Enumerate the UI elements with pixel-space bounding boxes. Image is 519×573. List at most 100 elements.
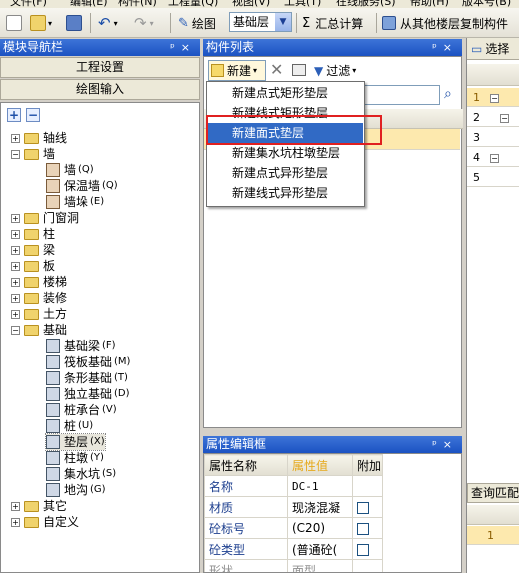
checkbox[interactable] xyxy=(357,501,369,514)
tree-item[interactable]: + 装修 xyxy=(11,290,67,306)
query-row[interactable]: 1 xyxy=(467,526,519,545)
collapse-icon[interactable]: − xyxy=(490,154,499,163)
tree-item[interactable]: − 墙 xyxy=(11,146,55,162)
right-row[interactable]: 5 xyxy=(467,168,519,187)
draw-button[interactable]: ✎ 绘图 xyxy=(178,13,216,33)
right-row[interactable]: 3 xyxy=(467,128,519,147)
right-row[interactable]: 1− xyxy=(467,88,519,107)
tree-item[interactable]: 独立基础 (D) xyxy=(46,386,130,402)
tree-item-label: 轴线 xyxy=(43,131,68,145)
tree-item[interactable]: 基础梁 (F) xyxy=(46,338,116,354)
tree-item[interactable]: + 楼梯 xyxy=(11,274,67,290)
menu-item-pit-pier[interactable]: 新建集水坑柱墩垫层 xyxy=(208,143,363,163)
expand-icon[interactable]: + xyxy=(11,229,20,239)
menu-file[interactable]: 文件(F) xyxy=(10,0,47,8)
pin-icon[interactable]: ᵖ xyxy=(432,438,443,451)
tree-item[interactable]: + 土方 xyxy=(11,306,67,322)
prop-value[interactable]: (普通砼( xyxy=(287,538,353,560)
menu-edit[interactable]: 编辑(E) xyxy=(70,0,108,8)
menu-item-line-custom[interactable]: 新建线式异形垫层 xyxy=(208,183,363,203)
collapse-icon[interactable]: − xyxy=(11,149,20,159)
tree-item[interactable]: + 门窗洞 xyxy=(11,210,79,226)
tree-item[interactable]: 集水坑 (S) xyxy=(46,466,116,482)
pin-icon[interactable]: ᵖ xyxy=(170,41,181,54)
project-settings-button[interactable]: 工程设置 xyxy=(0,57,200,78)
folder-icon xyxy=(24,212,39,224)
tree-item[interactable]: + 轴线 xyxy=(11,130,67,146)
undo-button[interactable]: ↶ ▾ xyxy=(98,13,118,33)
expand-icon[interactable]: + xyxy=(11,501,20,511)
right-row[interactable]: 4− xyxy=(467,148,519,167)
collapse-icon[interactable]: − xyxy=(500,114,509,123)
close-icon[interactable]: × xyxy=(443,41,458,54)
menu-online[interactable]: 在线服务(S) xyxy=(336,0,396,8)
menu-version[interactable]: 版本号(B) xyxy=(462,0,511,8)
tree-item[interactable]: 柱墩 (Y) xyxy=(46,450,104,466)
menu-view[interactable]: 视图(V) xyxy=(232,0,270,8)
filter-button[interactable]: ▼ 过滤 ▾ xyxy=(314,62,356,79)
expand-all-icon[interactable]: + xyxy=(7,108,21,122)
tree-item[interactable]: 墙垛 (E) xyxy=(46,194,104,210)
select-button[interactable]: ▭ 选择 xyxy=(467,38,519,60)
expand-icon[interactable]: + xyxy=(11,309,20,319)
collapse-icon[interactable]: − xyxy=(490,94,499,103)
search-icon[interactable]: ⌕ xyxy=(444,86,452,102)
checkbox[interactable] xyxy=(357,522,369,535)
tree-item[interactable]: + 梁 xyxy=(11,242,55,258)
prop-value[interactable]: DC-1 xyxy=(287,475,353,497)
menu-tools[interactable]: 工具(T) xyxy=(284,0,321,8)
checkbox[interactable] xyxy=(357,543,369,556)
floor-select[interactable]: 基础层 ▼ xyxy=(229,12,292,32)
menu-item-point-rect[interactable]: 新建点式矩形垫层 xyxy=(208,83,363,103)
tree-item[interactable]: + 自定义 xyxy=(11,514,79,530)
collapse-all-icon[interactable]: − xyxy=(26,108,40,122)
expand-icon[interactable]: + xyxy=(11,293,20,303)
expand-icon[interactable]: + xyxy=(11,277,20,287)
menu-help[interactable]: 帮助(H) xyxy=(410,0,449,8)
expand-icon[interactable]: + xyxy=(11,245,20,255)
menu-item-point-custom[interactable]: 新建点式异形垫层 xyxy=(208,163,363,183)
menu-component[interactable]: 构件(N) xyxy=(118,0,157,8)
tree-item[interactable]: 条形基础 (T) xyxy=(46,370,128,386)
pin-icon[interactable]: ᵖ xyxy=(432,41,443,54)
tree-item[interactable]: + 其它 xyxy=(11,498,67,514)
menu-quantity[interactable]: 工程量(Q) xyxy=(168,0,218,8)
folder-icon xyxy=(24,292,39,304)
close-icon[interactable]: × xyxy=(181,41,196,54)
expand-icon[interactable]: + xyxy=(11,213,20,223)
close-icon[interactable]: × xyxy=(443,438,458,451)
tree-item[interactable]: 保温墙 (Q) xyxy=(46,178,118,194)
right-row[interactable]: 2− xyxy=(467,108,519,127)
tree-item-label: 土方 xyxy=(43,307,68,321)
chevron-down-icon[interactable]: ▼ xyxy=(275,13,291,31)
new-file-button[interactable] xyxy=(6,13,22,33)
tree-item[interactable]: 桩 (U) xyxy=(46,418,93,434)
tree-item[interactable]: + 柱 xyxy=(11,226,55,242)
prop-value[interactable]: 面型 xyxy=(287,559,353,572)
query-match-tab[interactable]: 查询匹配 xyxy=(467,483,519,503)
expand-icon[interactable]: + xyxy=(11,261,20,271)
expand-icon[interactable]: + xyxy=(11,517,20,527)
sum-calc-button[interactable]: Σ 汇总计算 xyxy=(302,13,363,33)
tree-item[interactable]: − 基础 xyxy=(11,322,67,338)
save-button[interactable] xyxy=(66,13,82,33)
open-file-button[interactable]: ▾ xyxy=(30,13,52,33)
prop-name: 砼标号 xyxy=(204,517,288,539)
delete-icon[interactable]: ✕ xyxy=(270,60,283,79)
copy-icon[interactable] xyxy=(292,64,306,76)
tree-item[interactable]: 地沟 (G) xyxy=(46,482,106,498)
tree-item[interactable]: 桩承台 (V) xyxy=(46,402,117,418)
redo-button[interactable]: ↷ ▾ xyxy=(134,13,154,33)
draw-input-button[interactable]: 绘图输入 xyxy=(0,79,200,100)
prop-value[interactable]: (C20) xyxy=(287,517,353,539)
collapse-icon[interactable]: − xyxy=(11,325,20,335)
tree-item[interactable]: + 板 xyxy=(11,258,55,274)
new-component-button[interactable]: 新建 ▾ xyxy=(208,60,266,81)
tree-item[interactable]: 筏板基础 (M) xyxy=(46,354,130,370)
prop-name: 形状 xyxy=(204,559,288,572)
tree-item[interactable]: 垫层 (X) xyxy=(45,433,106,451)
tree-item[interactable]: 墙 (Q) xyxy=(46,162,94,178)
copy-from-floor-button[interactable]: 从其他楼层复制构件 xyxy=(382,13,508,33)
prop-value[interactable]: 现浇混凝 xyxy=(287,496,353,518)
expand-icon[interactable]: + xyxy=(11,133,20,143)
